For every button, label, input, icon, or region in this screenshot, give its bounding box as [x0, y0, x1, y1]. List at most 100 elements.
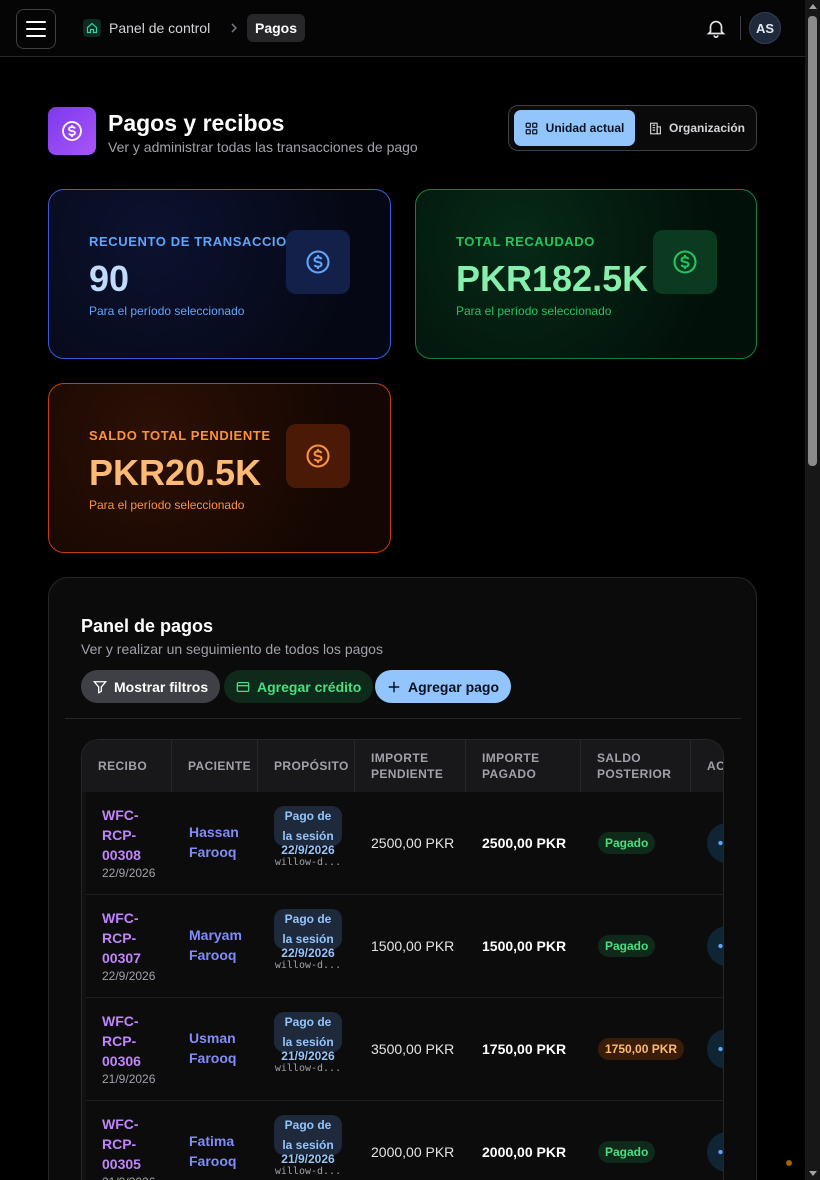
purpose-line: Pago de — [284, 912, 332, 926]
table-header: RECIBO PACIENTE PROPÓSITO IMPORTE PENDIE… — [82, 740, 723, 792]
bell-icon[interactable] — [705, 17, 727, 39]
stat-label: RECUENTO DE TRANSACCIONES — [89, 234, 316, 249]
column-header[interactable]: PACIENTE — [172, 740, 258, 792]
stat-period: Para el período seleccionado — [89, 304, 245, 318]
avatar[interactable]: AS — [749, 12, 781, 44]
scope-toggle: Unidad actual Organización — [508, 105, 757, 151]
status-badge: 1750,00 PKR — [598, 1038, 685, 1060]
breadcrumb-separator-icon — [229, 14, 239, 42]
patient-name-line: Maryam — [189, 927, 242, 943]
status-badge: Pagado — [598, 832, 656, 854]
purpose-badge: Pago de la sesión — [274, 909, 342, 949]
receipt-number-line: 00308 — [102, 847, 141, 863]
receipt-number-line: RCP- — [102, 1136, 137, 1152]
receipt-date: 21/9/2026 — [102, 1175, 155, 1180]
add-credit-label: Agregar crédito — [257, 678, 362, 695]
column-header[interactable]: SALDO POSTERIOR — [581, 740, 691, 792]
plus-icon — [388, 681, 400, 692]
show-filters-button[interactable]: Mostrar filtros — [81, 670, 221, 703]
scope-current-unit-button[interactable]: Unidad actual — [514, 110, 635, 146]
patient-name-line: Farooq — [189, 1153, 237, 1169]
scroll-up-icon[interactable] — [809, 4, 817, 9]
row-action-button[interactable] — [707, 823, 723, 863]
row-action-button[interactable] — [707, 1029, 723, 1069]
panel-title: Panel de pagos — [81, 616, 214, 636]
stat-value: 90 — [89, 258, 130, 299]
wallet-icon — [236, 681, 250, 692]
purpose-date: 22/9/2026 — [281, 843, 335, 857]
row-action-button[interactable] — [707, 926, 723, 966]
building-icon — [650, 122, 661, 134]
column-header[interactable]: IMPORTE PENDIENTE — [355, 740, 466, 792]
column-header[interactable]: PROPÓSITO — [258, 740, 355, 792]
column-header[interactable]: IMPORTE PAGADO — [466, 740, 581, 792]
payments-panel: Panel de pagos Ver y realizar un seguimi… — [48, 577, 757, 1180]
dollar-circle-icon — [286, 424, 350, 488]
dollar-circle-icon — [653, 230, 717, 294]
receipt-number[interactable]: WFC- RCP- 00305 — [102, 1114, 141, 1174]
purpose-badge: Pago de la sesión — [274, 806, 342, 846]
breadcrumb-current[interactable]: Pagos — [247, 14, 306, 42]
receipt-date: 21/9/2026 — [102, 1072, 156, 1086]
breadcrumb-home[interactable]: Panel de control — [79, 14, 214, 42]
stat-card-pending: SALDO TOTAL PENDIENTE PKR20.5K Para el p… — [48, 383, 391, 553]
patient-name-line: Hassan — [189, 824, 239, 840]
pending-amount: 3500,00 PKR — [371, 1041, 455, 1057]
topbar-divider — [740, 16, 741, 40]
purpose-line: Pago de — [284, 809, 332, 823]
top-bar: Panel de control Pagos AS — [0, 0, 805, 57]
patient-name-line: Usman — [189, 1030, 236, 1046]
purpose: Pago de la sesión 22/9/2026 willow-d... — [274, 909, 342, 971]
purpose-line: Pago de — [284, 1015, 332, 1029]
pending-amount: 2500,00 PKR — [371, 835, 455, 851]
receipt-date: 22/9/2026 — [102, 969, 156, 983]
receipt-number-line: RCP- — [102, 930, 137, 946]
status-badge: Pagado — [598, 935, 656, 957]
dollar-circle-icon — [48, 107, 96, 155]
scroll-down-icon[interactable] — [809, 1171, 817, 1176]
page-scrollbar[interactable] — [805, 0, 820, 1180]
payments-table: RECIBO PACIENTE PROPÓSITO IMPORTE PENDIE… — [81, 739, 724, 1180]
patient-name-line: Farooq — [189, 844, 237, 860]
receipt-date: 22/9/2026 — [102, 866, 156, 880]
patient-name[interactable]: Usman Farooq — [189, 1028, 236, 1068]
page-title: Pagos y recibos — [108, 110, 285, 136]
paid-amount: 2000,00 PKR — [482, 1144, 567, 1160]
receipt-number-line: WFC- — [102, 1013, 139, 1029]
eye-icon — [718, 943, 723, 949]
table-row[interactable]: WFC- RCP- 00306 21/9/2026 Usman Farooq Pago de… — [86, 998, 723, 1101]
row-action-button[interactable] — [707, 1132, 723, 1172]
purpose-badge: Pago de la sesión — [274, 1115, 342, 1155]
table-row[interactable]: WFC- RCP- 00305 21/9/2026 Fatima Farooq Pago d… — [86, 1101, 723, 1180]
eye-icon — [718, 1046, 723, 1052]
scope-current-unit-label: Unidad actual — [545, 121, 625, 135]
receipt-number-line: WFC- — [102, 910, 139, 926]
receipt-number-line: RCP- — [102, 827, 137, 843]
patient-name[interactable]: Maryam Farooq — [189, 925, 242, 965]
purpose-date: 21/9/2026 — [281, 1049, 335, 1063]
paid-amount: 1500,00 PKR — [482, 938, 567, 954]
eye-icon — [718, 1149, 723, 1155]
home-icon — [83, 19, 101, 37]
stat-value: PKR20.5K — [89, 452, 262, 493]
receipt-number[interactable]: WFC- RCP- 00308 — [102, 805, 141, 865]
patient-name[interactable]: Fatima Farooq — [189, 1131, 236, 1171]
patient-name[interactable]: Hassan Farooq — [189, 822, 239, 862]
breadcrumb-home-label: Panel de control — [109, 20, 211, 36]
table-row[interactable]: WFC- RCP- 00307 22/9/2026 Maryam Farooq Pago d… — [86, 895, 723, 998]
menu-button[interactable] — [16, 9, 56, 49]
add-payment-button[interactable]: Agregar pago — [375, 670, 512, 703]
status-dot — [786, 1160, 792, 1166]
purpose: Pago de la sesión 21/9/2026 willow-d... — [274, 1012, 342, 1074]
status-badge: Pagado — [598, 1141, 656, 1163]
receipt-number[interactable]: WFC- RCP- 00306 — [102, 1011, 141, 1071]
scope-organization-button[interactable]: Organización — [642, 110, 752, 146]
receipt-number[interactable]: WFC- RCP- 00307 — [102, 908, 141, 968]
stat-card-transactions: RECUENTO DE TRANSACCIONES 90 Para el per… — [48, 189, 391, 359]
column-header[interactable]: RECIBO — [82, 740, 172, 792]
scroll-thumb[interactable] — [808, 16, 817, 466]
table-row[interactable]: WFC- RCP- 00308 22/9/2026 Hassan Farooq Pago d… — [86, 792, 723, 895]
column-header[interactable]: AC — [691, 740, 723, 792]
add-credit-button[interactable]: Agregar crédito — [224, 670, 374, 703]
purpose-session-id: willow-d... — [274, 857, 342, 868]
